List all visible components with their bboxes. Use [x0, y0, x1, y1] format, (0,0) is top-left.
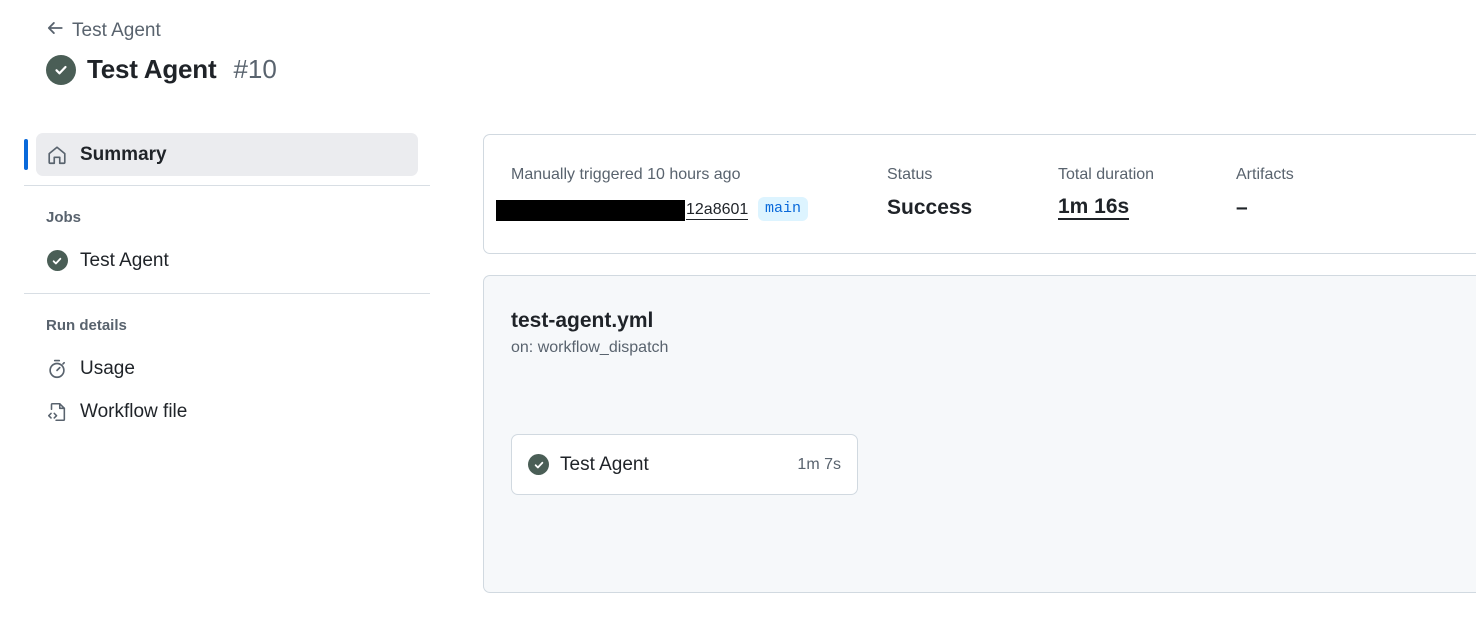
branch-label[interactable]: main	[758, 197, 809, 221]
trigger-text: Manually triggered 10 hours ago	[511, 166, 741, 183]
sidebar-item-label: Summary	[80, 143, 167, 165]
status-value: Success	[887, 196, 973, 219]
stopwatch-icon	[46, 358, 68, 380]
run-number: #10	[233, 54, 277, 84]
file-code-icon	[46, 401, 68, 423]
sidebar-divider	[24, 293, 430, 294]
page-title-row: Test Agent #10	[46, 54, 277, 85]
duration-link[interactable]: 1m 16s	[1058, 196, 1130, 220]
job-name: Test Agent	[560, 453, 649, 475]
artifacts-value: –	[1236, 196, 1248, 219]
workflow-graph-panel: test-agent.yml on: workflow_dispatch Tes…	[483, 275, 1476, 593]
redacted-actor	[496, 200, 685, 221]
success-check-icon	[46, 250, 68, 271]
commit-link[interactable]: 12a8601	[686, 201, 749, 220]
back-link[interactable]: Test Agent	[46, 19, 161, 43]
arrow-left-icon	[46, 19, 64, 43]
success-check-icon	[46, 54, 76, 85]
job-card[interactable]: Test Agent 1m 7s	[511, 434, 858, 495]
jobs-heading: Jobs	[46, 209, 82, 226]
sidebar-item-workflow-file[interactable]: Workflow file	[36, 390, 418, 433]
page-title: Test Agent	[87, 54, 217, 84]
workflow-file-name: test-agent.yml	[511, 309, 654, 332]
duration-label: Total duration	[1058, 166, 1155, 183]
workflow-trigger: on: workflow_dispatch	[511, 339, 669, 356]
artifacts-label: Artifacts	[1236, 166, 1294, 183]
back-link-label: Test Agent	[72, 20, 161, 41]
sidebar-divider	[24, 185, 430, 186]
sidebar-item-summary[interactable]: Summary	[24, 133, 418, 176]
sidebar-item-usage[interactable]: Usage	[36, 347, 418, 390]
active-indicator	[24, 139, 28, 170]
sidebar-item-label: Test Agent	[80, 249, 169, 271]
run-details-heading: Run details	[46, 317, 127, 334]
workflow-run-page: Test Agent Test Agent #10 Summary Jobs T…	[0, 0, 1476, 626]
sidebar-item-label: Usage	[80, 357, 135, 379]
status-label: Status	[887, 166, 933, 183]
sidebar-item-label: Workflow file	[80, 400, 188, 422]
run-summary-card: Manually triggered 10 hours ago 12a8601 …	[483, 134, 1476, 254]
job-duration: 1m 7s	[797, 455, 841, 473]
sidebar-item-job-test-agent[interactable]: Test Agent	[36, 239, 418, 282]
home-icon	[46, 144, 68, 166]
sidebar: Summary Jobs Test Agent Run details Usag…	[24, 133, 430, 433]
success-check-icon	[528, 454, 549, 475]
